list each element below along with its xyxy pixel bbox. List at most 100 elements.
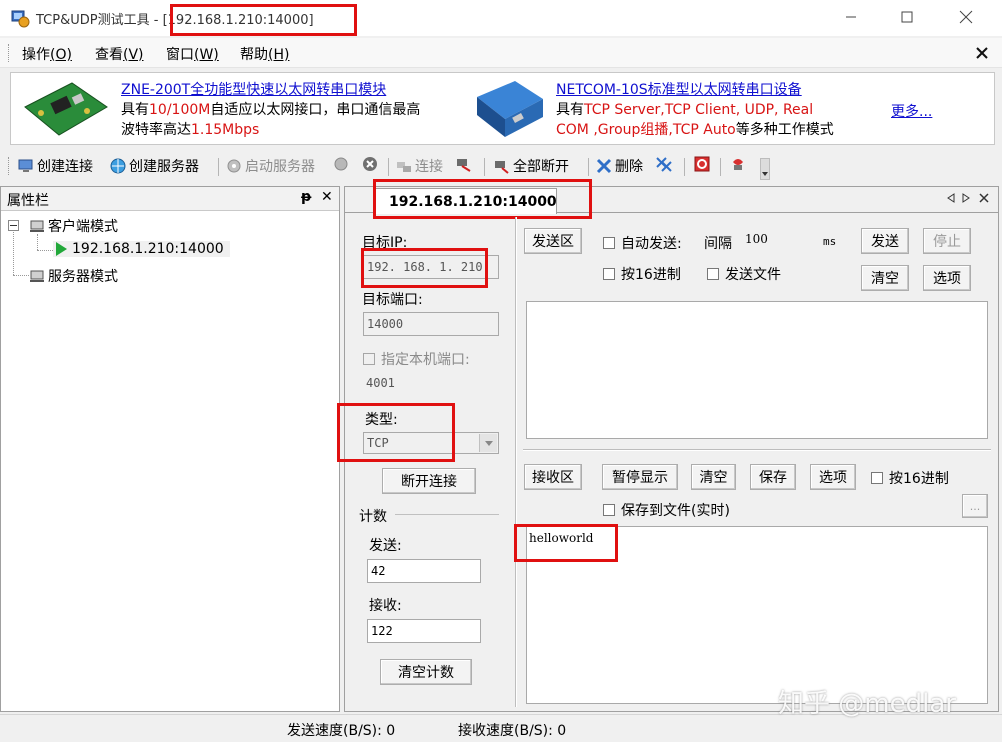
toolbar-grip	[8, 157, 10, 175]
pin-icon[interactable]: ᵽ	[301, 189, 311, 205]
tab-scroll-left-icon[interactable]	[947, 192, 955, 207]
stop-button[interactable]: 停止	[923, 228, 971, 254]
tab-close-icon[interactable]	[979, 192, 989, 207]
send-clear-button[interactable]: 清空	[861, 265, 909, 291]
ad-link-zne200t[interactable]: ZNE-200T全功能型快速以太网转串口模块	[121, 82, 386, 98]
record-button[interactable]	[694, 156, 713, 172]
disconnect-all-button[interactable]: 全部断开	[494, 156, 569, 176]
menu-close-button[interactable]	[976, 42, 988, 63]
computer-icon	[30, 220, 44, 232]
tree-item-client-mode[interactable]: 客户端模式	[29, 216, 118, 236]
send-file-checkbox[interactable]: 发送文件	[707, 264, 781, 284]
disconnect-icon	[457, 159, 471, 172]
toolbar-separator	[720, 158, 721, 176]
server-icon	[334, 157, 348, 171]
config-divider	[515, 217, 516, 707]
toolbar-overflow-icon[interactable]	[760, 158, 770, 180]
send-button[interactable]: 发送	[861, 228, 909, 254]
target-port-label: 目标端口:	[362, 292, 423, 308]
connection-panel: 192.168.1.210:14000 目标IP: 192. 168. 1. 2…	[337, 179, 999, 712]
counter-label: 计数	[359, 509, 387, 525]
save-to-file-checkbox[interactable]: 保存到文件(实时)	[603, 500, 730, 520]
send-speed-status: 发送速度(B/S): 0	[287, 723, 396, 739]
recv-clear-button[interactable]: 清空	[691, 464, 736, 490]
interval-value[interactable]: 100	[745, 232, 768, 246]
properties-panel: 属性栏 ᵽ ✕ 客户端模式 192.168.1.210:14000 服务器模式	[0, 186, 340, 712]
toolbar-separator	[684, 158, 685, 176]
ad-panel: ZNE-200T全功能型快速以太网转串口模块 具有10/100M自适应以太网接口…	[10, 72, 995, 145]
minimize-button[interactable]	[828, 0, 874, 34]
more-link[interactable]: 更多...	[891, 104, 932, 120]
recv-hex-checkbox[interactable]: 按16进制	[871, 468, 949, 488]
properties-panel-header: 属性栏 ᵽ ✕	[1, 187, 339, 211]
send-recv-divider	[523, 449, 991, 451]
browse-button[interactable]: ...	[962, 494, 988, 518]
create-connection-button[interactable]: 创建连接	[18, 156, 93, 176]
menu-bar: 操作(O) 查看(V) 窗口(W) 帮助(H)	[0, 38, 1002, 68]
local-port-checkbox[interactable]: 指定本机端口:	[363, 349, 470, 369]
start-server-button[interactable]: 启动服务器	[226, 156, 315, 176]
target-port-input[interactable]: 14000	[363, 312, 499, 336]
close-icon	[976, 47, 988, 59]
play-icon	[56, 242, 67, 256]
connect-button[interactable]: 连接	[396, 156, 443, 176]
help-icon	[733, 159, 743, 170]
send-count-input[interactable]: 42	[367, 559, 481, 583]
chevron-down-icon	[479, 434, 497, 452]
create-server-button[interactable]: 创建服务器	[110, 156, 199, 176]
recv-area-button[interactable]: 接收区	[524, 464, 582, 490]
recv-options-button[interactable]: 选项	[810, 464, 856, 490]
toolbar-separator	[218, 158, 219, 176]
recv-speed-status: 接收速度(B/S): 0	[458, 723, 567, 739]
send-hex-checkbox[interactable]: 按16进制	[603, 264, 681, 284]
stop-server-button[interactable]	[334, 156, 353, 172]
help-button[interactable]	[730, 156, 749, 172]
toolbar: 创建连接 创建服务器 启动服务器 连接 全部断开 删除	[0, 150, 1002, 182]
tree-expand-toggle[interactable]	[8, 220, 19, 231]
tab-scroll-right-icon[interactable]	[962, 192, 970, 207]
pause-display-button[interactable]: 暂停显示	[602, 464, 678, 490]
delete-x-icon	[596, 158, 612, 174]
disconnect-button[interactable]	[456, 156, 475, 172]
annotation-box-type	[337, 403, 455, 462]
close-button[interactable]	[943, 0, 989, 34]
annotation-box-recv	[514, 524, 618, 562]
local-port-value: 4001	[366, 376, 395, 390]
maximize-icon	[901, 11, 913, 23]
send-textarea[interactable]	[526, 301, 988, 439]
menu-view[interactable]: 查看(V)	[95, 44, 144, 64]
properties-panel-title: 属性栏	[7, 193, 49, 209]
disconnect-button-main[interactable]: 断开连接	[382, 468, 476, 494]
minimize-icon	[846, 16, 856, 18]
computer-icon	[18, 159, 33, 172]
menu-window[interactable]: 窗口(W)	[166, 44, 219, 64]
auto-send-checkbox[interactable]: 自动发送:	[603, 233, 682, 253]
panel-close-icon[interactable]: ✕	[321, 189, 333, 205]
send-area-button[interactable]: 发送区	[524, 228, 582, 254]
ad-link-netcom10s[interactable]: NETCOM-10S标准型以太网转串口设备	[556, 82, 802, 98]
tree-item-connection[interactable]: 192.168.1.210:14000	[53, 241, 230, 257]
toolbar-separator	[484, 158, 485, 176]
stop-icon-button[interactable]	[362, 156, 381, 172]
menu-help[interactable]: 帮助(H)	[240, 44, 289, 64]
close-icon	[959, 10, 973, 24]
module-board-image	[24, 82, 108, 136]
send-options-button[interactable]: 选项	[923, 265, 971, 291]
recv-count-input[interactable]: 122	[367, 619, 481, 643]
tree-line	[37, 234, 38, 250]
menu-operate[interactable]: 操作(O)	[22, 44, 72, 64]
recv-save-button[interactable]: 保存	[750, 464, 796, 490]
delete-button[interactable]: 删除	[596, 156, 643, 176]
disconnect-all-icon	[495, 161, 509, 174]
title-bar: TCP&UDP测试工具 - [192.168.1.210:14000]	[0, 0, 1002, 36]
tree-line	[37, 250, 53, 251]
title-separator: -	[149, 13, 163, 28]
toolbar-separator	[588, 158, 589, 176]
delete-all-button[interactable]	[656, 156, 675, 172]
tree-item-server-mode[interactable]: 服务器模式	[29, 266, 118, 286]
clear-count-button[interactable]: 清空计数	[380, 659, 472, 685]
menu-grip	[8, 44, 10, 62]
maximize-button[interactable]	[884, 0, 930, 34]
app-icon	[11, 10, 30, 28]
window-title: TCP&UDP测试工具	[36, 13, 150, 28]
